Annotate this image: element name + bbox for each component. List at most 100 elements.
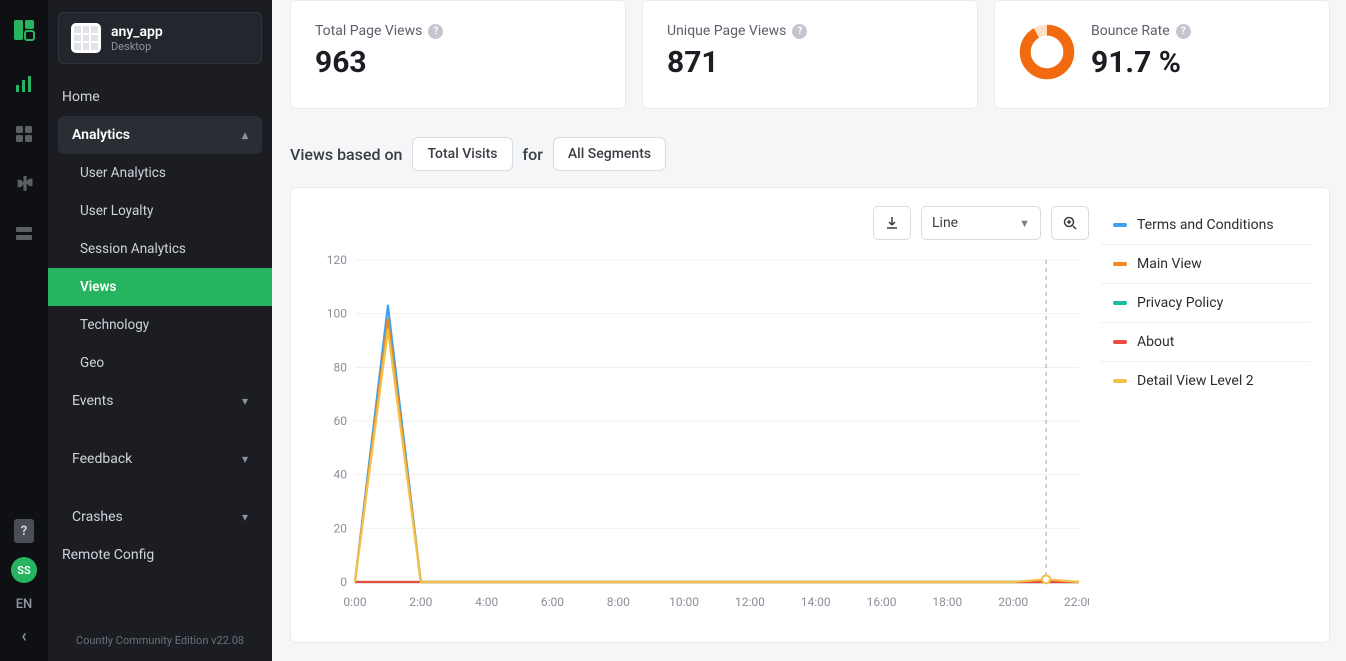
sidebar-sub-technology[interactable]: Technology	[48, 306, 272, 344]
stat-total-views: Total Page Views ? 963	[290, 0, 626, 109]
app-name: any_app	[111, 24, 163, 40]
app-platform: Desktop	[111, 40, 163, 53]
svg-text:4:00: 4:00	[475, 595, 498, 609]
svg-text:8:00: 8:00	[607, 595, 630, 609]
version-text: Countly Community Edition v22.08	[48, 620, 272, 661]
sidebar-label-analytics: Analytics	[72, 127, 130, 143]
svg-text:2:00: 2:00	[409, 595, 432, 609]
svg-text:100: 100	[327, 307, 347, 321]
sidebar: any_app Desktop Home Analytics ▴ User An…	[48, 0, 272, 661]
rail-analytics-icon[interactable]	[10, 70, 38, 98]
rail-settings-icon[interactable]	[10, 170, 38, 198]
stat-value: 91.7 %	[1091, 45, 1191, 80]
svg-text:10:00: 10:00	[669, 595, 699, 609]
sidebar-sub-session-analytics[interactable]: Session Analytics	[48, 230, 272, 268]
filter-prefix: Views based on	[290, 145, 402, 164]
svg-text:120: 120	[327, 253, 347, 267]
help-icon[interactable]: ?	[428, 24, 443, 39]
app-switcher[interactable]: any_app Desktop	[58, 12, 262, 64]
stat-unique-views: Unique Page Views ? 871	[642, 0, 978, 109]
sidebar-sub-geo[interactable]: Geo	[48, 344, 272, 382]
sidebar-item-feedback[interactable]: Feedback ▾	[58, 440, 262, 478]
legend-label: Main View	[1137, 256, 1202, 272]
language-switch[interactable]: EN	[16, 597, 33, 612]
zoom-button[interactable]	[1051, 206, 1089, 240]
svg-text:20:00: 20:00	[998, 595, 1028, 609]
legend-label: Detail View Level 2	[1137, 373, 1254, 389]
chevron-down-icon: ▾	[242, 452, 248, 466]
legend-item[interactable]: Privacy Policy	[1101, 284, 1311, 323]
legend-swatch	[1113, 262, 1127, 266]
stat-bounce-rate: Bounce Rate ? 91.7 %	[994, 0, 1330, 109]
bounce-donut-icon	[1019, 24, 1075, 80]
app-logo	[12, 18, 36, 48]
sidebar-item-events[interactable]: Events ▾	[58, 382, 262, 420]
help-icon[interactable]: ?	[1176, 24, 1191, 39]
legend-label: Terms and Conditions	[1137, 217, 1274, 233]
legend-item[interactable]: About	[1101, 323, 1311, 362]
sidebar-label-remote-config: Remote Config	[62, 547, 154, 563]
user-avatar[interactable]: SS	[11, 557, 37, 583]
svg-text:6:00: 6:00	[541, 595, 564, 609]
chevron-down-icon: ▾	[242, 394, 248, 408]
sidebar-item-crashes[interactable]: Crashes ▾	[58, 498, 262, 536]
sidebar-item-analytics[interactable]: Analytics ▴	[58, 116, 262, 154]
segment-selector[interactable]: All Segments	[553, 137, 666, 171]
legend-swatch	[1113, 340, 1127, 344]
stats-row: Total Page Views ? 963 Unique Page Views…	[290, 0, 1330, 109]
sidebar-label-events: Events	[72, 393, 113, 409]
sidebar-sub-user-analytics[interactable]: User Analytics	[48, 154, 272, 192]
main-content: Total Page Views ? 963 Unique Page Views…	[272, 0, 1346, 661]
icon-rail: ? SS EN ‹	[0, 0, 48, 661]
legend-item[interactable]: Detail View Level 2	[1101, 362, 1311, 400]
sidebar-label-feedback: Feedback	[72, 451, 132, 467]
sidebar-sub-user-loyalty[interactable]: User Loyalty	[48, 192, 272, 230]
svg-text:14:00: 14:00	[801, 595, 831, 609]
sidebar-sub-views[interactable]: Views	[48, 268, 272, 306]
collapse-sidebar-icon[interactable]: ‹	[21, 626, 27, 647]
metric-selector[interactable]: Total Visits	[412, 137, 512, 171]
chart-card: Line ▼ 0204060801001200:002:004:006:008:…	[290, 187, 1330, 643]
stat-value: 963	[315, 45, 443, 80]
stat-label: Unique Page Views	[667, 23, 786, 39]
svg-text:16:00: 16:00	[867, 595, 897, 609]
svg-text:0: 0	[340, 575, 347, 589]
legend-label: About	[1137, 334, 1174, 350]
svg-text:12:00: 12:00	[735, 595, 765, 609]
sidebar-label-home: Home	[62, 89, 100, 105]
line-chart: 0204060801001200:002:004:006:008:0010:00…	[309, 250, 1089, 620]
legend-item[interactable]: Terms and Conditions	[1101, 206, 1311, 245]
sidebar-item-remote-config[interactable]: Remote Config	[48, 536, 272, 574]
legend-swatch	[1113, 379, 1127, 383]
chart-type-label: Line	[932, 215, 958, 231]
filter-mid: for	[523, 145, 543, 164]
stat-label: Total Page Views	[315, 23, 422, 39]
help-icon[interactable]: ?	[792, 24, 807, 39]
app-icon	[71, 23, 101, 53]
stat-value: 871	[667, 45, 807, 80]
views-filter: Views based on Total Visits for All Segm…	[290, 137, 1330, 171]
svg-text:40: 40	[334, 468, 348, 482]
chevron-up-icon: ▴	[242, 128, 248, 142]
sidebar-item-home[interactable]: Home	[48, 78, 272, 116]
svg-text:80: 80	[334, 360, 348, 374]
sidebar-label-crashes: Crashes	[72, 509, 123, 525]
chevron-down-icon: ▼	[1019, 217, 1030, 230]
legend-item[interactable]: Main View	[1101, 245, 1311, 284]
svg-text:22:00: 22:00	[1064, 595, 1089, 609]
chart-area: Line ▼ 0204060801001200:002:004:006:008:…	[309, 206, 1089, 624]
legend-swatch	[1113, 223, 1127, 227]
stat-label: Bounce Rate	[1091, 23, 1170, 39]
svg-text:20: 20	[334, 521, 348, 535]
legend-label: Privacy Policy	[1137, 295, 1223, 311]
legend-swatch	[1113, 301, 1127, 305]
help-icon[interactable]: ?	[14, 519, 34, 543]
rail-dashboard-icon[interactable]	[10, 120, 38, 148]
svg-text:18:00: 18:00	[932, 595, 962, 609]
chart-type-selector[interactable]: Line ▼	[921, 206, 1041, 240]
download-button[interactable]	[873, 206, 911, 240]
chart-legend: Terms and Conditions Main View Privacy Pol…	[1101, 206, 1311, 624]
rail-server-icon[interactable]	[10, 220, 38, 248]
zoom-icon	[1063, 216, 1077, 230]
chevron-down-icon: ▾	[242, 510, 248, 524]
